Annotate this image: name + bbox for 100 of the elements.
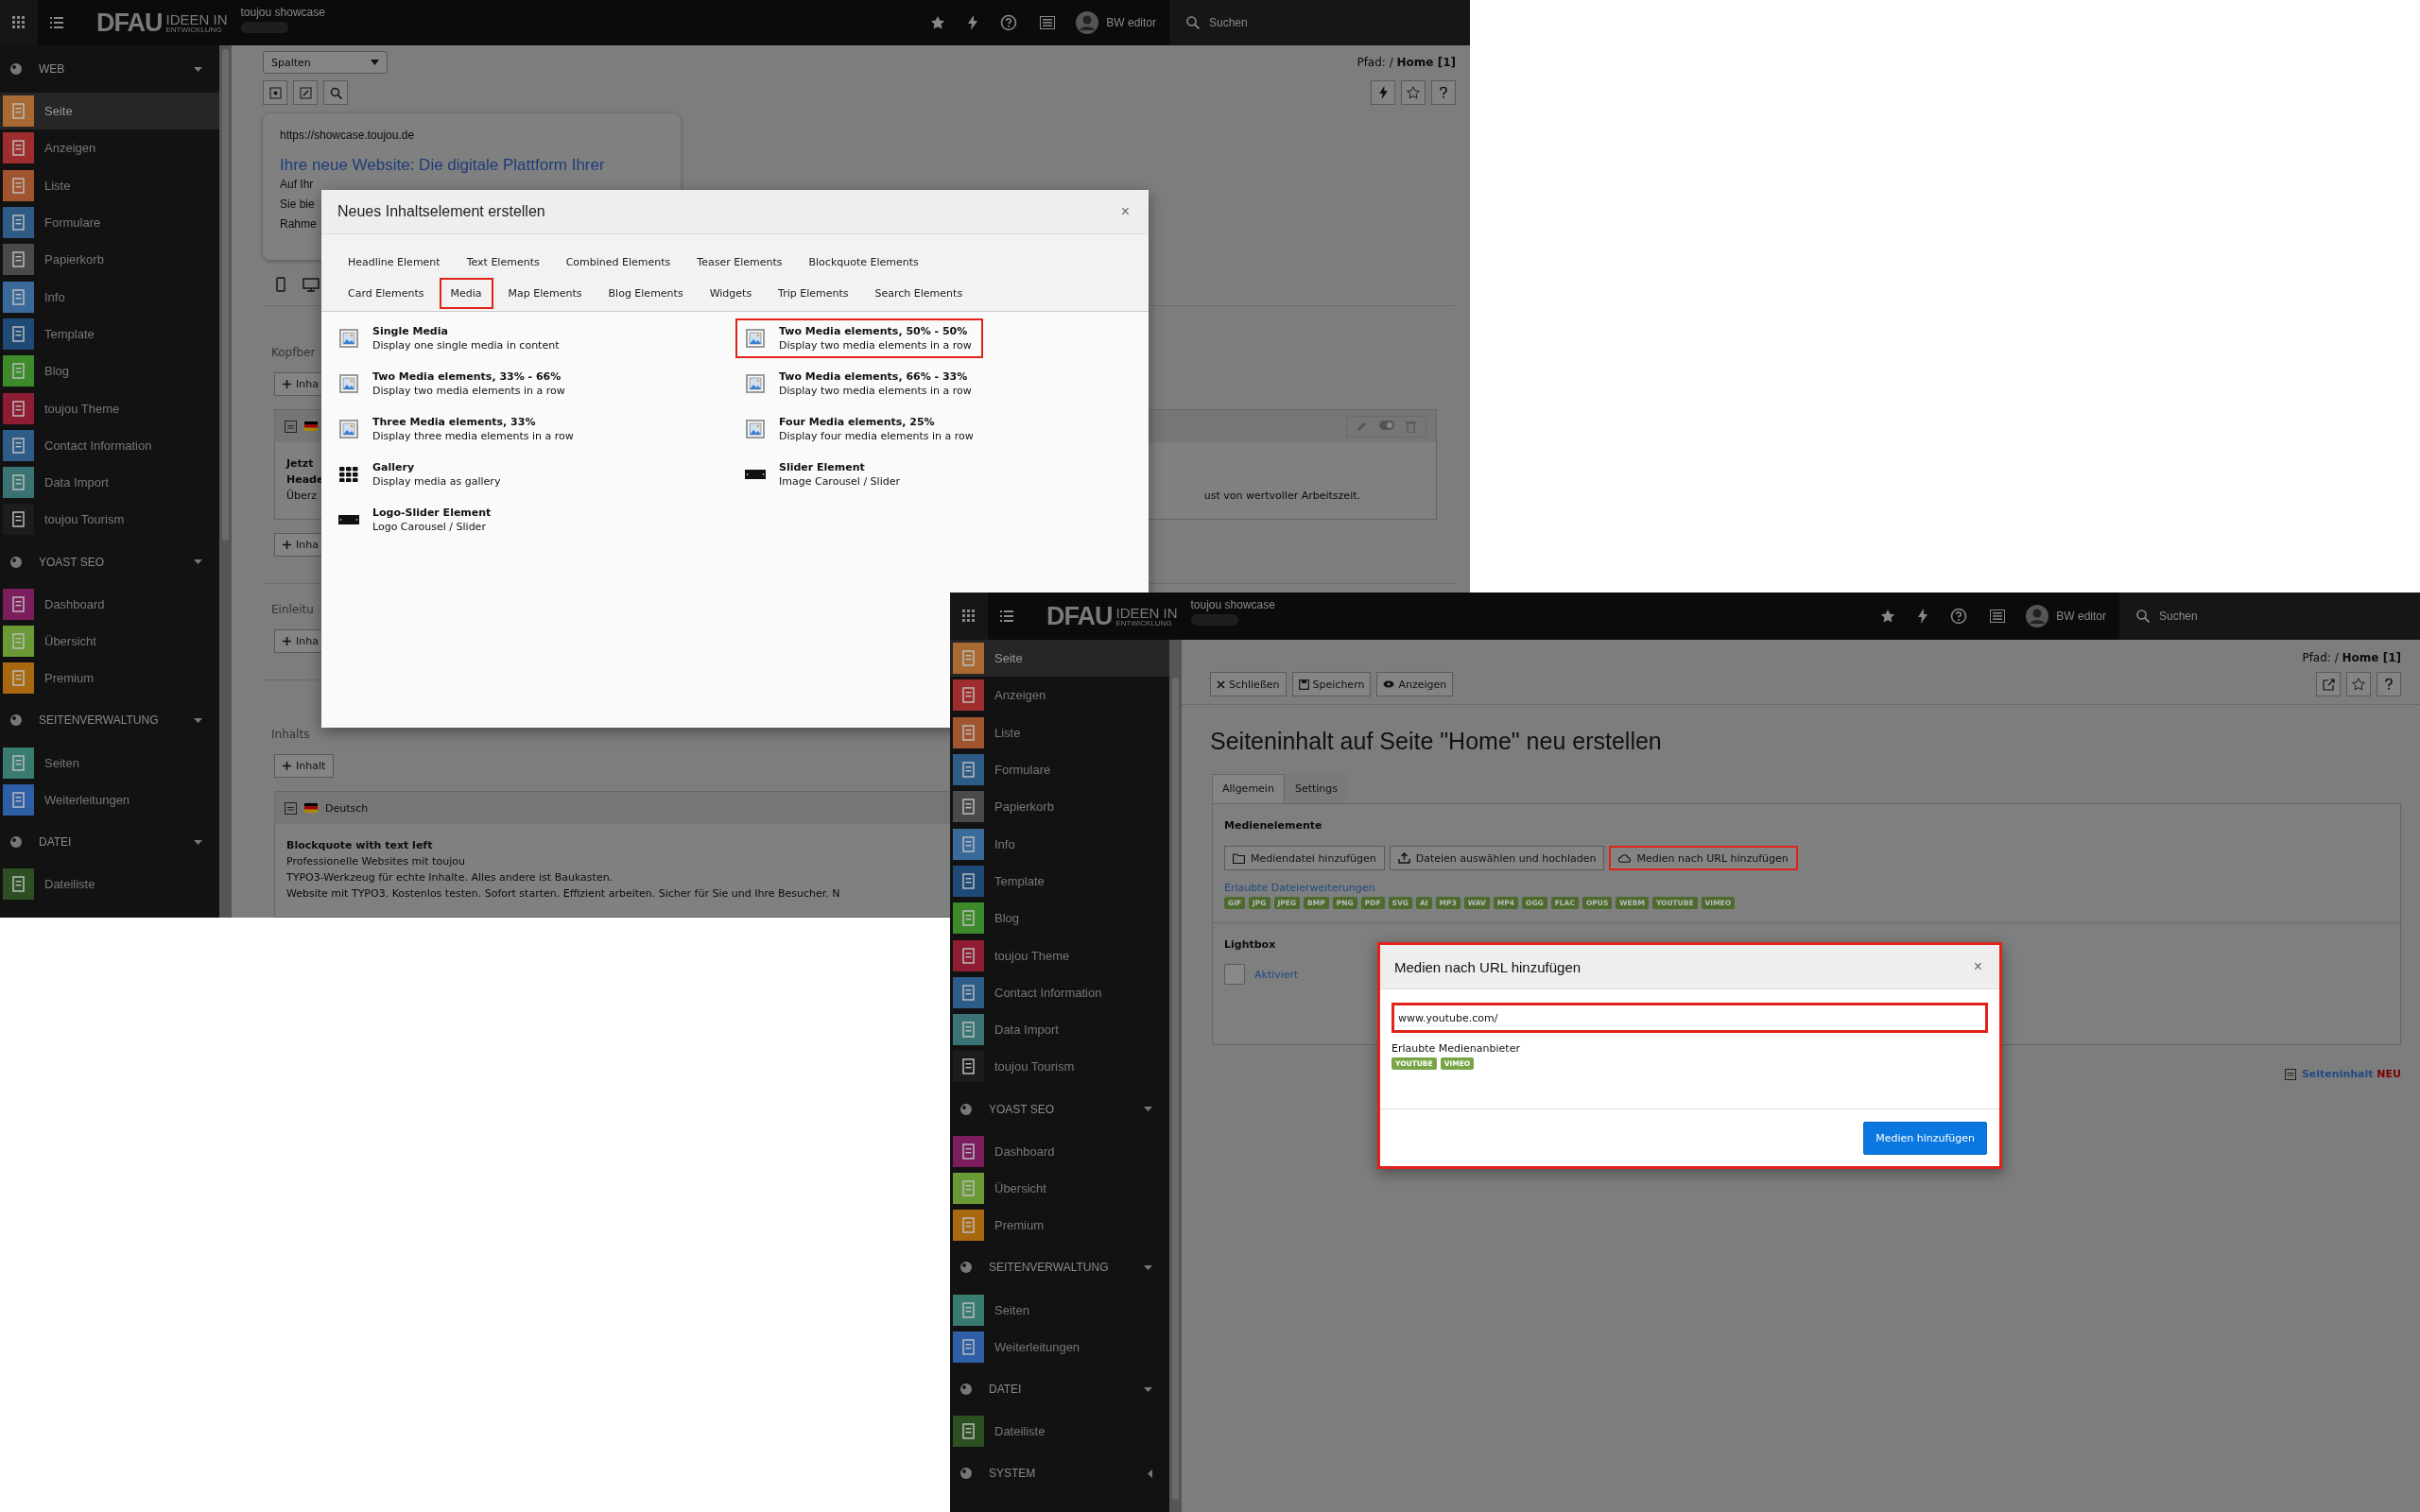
help-icon[interactable] [1431, 80, 1456, 105]
avatar-icon[interactable] [1076, 11, 1099, 34]
list-icon[interactable] [1990, 610, 2006, 623]
search-icon[interactable] [323, 80, 348, 105]
menu-item[interactable]: Blog [950, 900, 1169, 937]
tab[interactable]: Blockquote Elements [797, 247, 930, 278]
add-media-button[interactable]: Medien hinzufügen [1863, 1121, 1987, 1155]
element-option[interactable]: Three Media elements, 33% Display three media elements in a row [329, 409, 585, 449]
menu-section[interactable]: WEB [0, 45, 219, 93]
monitor-icon[interactable] [302, 278, 320, 292]
element-option[interactable]: Slider Element Image Carousel / Slider [735, 455, 911, 494]
help-icon[interactable] [2377, 672, 2401, 696]
checkbox[interactable] [1224, 964, 1245, 985]
menu-item[interactable]: Formulare [950, 750, 1169, 789]
menu-section[interactable]: YOAST SEO [0, 538, 219, 586]
scrollbar[interactable] [1169, 640, 1182, 1512]
help-icon[interactable] [1950, 608, 1968, 625]
element-option[interactable]: Two Media elements, 66% - 33% Display two media elements in a row [735, 364, 983, 404]
tab[interactable]: Headline Element [337, 247, 452, 278]
scrollbar[interactable] [219, 45, 232, 918]
menu-item[interactable]: Dateiliste [0, 866, 219, 903]
element-option[interactable]: Logo-Slider Element Logo Carousel / Slider [329, 500, 503, 540]
menu-section[interactable]: DATEI [950, 1366, 1169, 1414]
phone-icon[interactable] [276, 277, 285, 292]
menu-item[interactable]: Papierkorb [950, 788, 1169, 826]
menu-item[interactable]: Template [0, 315, 219, 353]
menu-item[interactable]: Data Import [950, 1010, 1169, 1049]
tab[interactable]: Search Elements [863, 278, 975, 309]
view-select[interactable]: Spalten [263, 51, 388, 74]
close-button[interactable]: × [1116, 201, 1133, 222]
tab[interactable]: Media [439, 278, 493, 309]
menu-item[interactable]: Seite [0, 93, 219, 130]
external-link-icon[interactable] [2316, 672, 2341, 696]
menu-item[interactable]: Premium [950, 1207, 1169, 1245]
menu-item[interactable]: toujou Tourism [950, 1048, 1169, 1086]
menu-item[interactable]: Dashboard [950, 1132, 1169, 1170]
tab[interactable]: Trip Elements [767, 278, 860, 309]
list-icon[interactable] [1040, 16, 1056, 29]
tab[interactable]: Widgets [698, 278, 764, 309]
menu-section[interactable]: SYSTEM [950, 1450, 1169, 1498]
menu-item[interactable]: Anzeigen [950, 677, 1169, 714]
menu-section[interactable]: SEITENVERWALTUNG [950, 1244, 1169, 1292]
menu-item[interactable]: Papierkorb [0, 241, 219, 279]
menu-item[interactable]: toujou Theme [0, 389, 219, 427]
toolbar-button[interactable]: Speichern [1291, 672, 1372, 696]
menu-section[interactable]: DATEI [0, 818, 219, 867]
tab[interactable]: Text Elements [455, 247, 551, 278]
tab[interactable]: Card Elements [337, 278, 436, 309]
element-option[interactable]: Gallery Display media as gallery [329, 455, 512, 494]
menu-section[interactable]: YOAST SEO [950, 1085, 1169, 1133]
search-field[interactable]: Suchen [2119, 593, 2420, 640]
site-name[interactable]: toujou showcase [240, 6, 325, 19]
help-icon[interactable] [1000, 14, 1018, 31]
user-name[interactable]: BW editor [2056, 610, 2106, 623]
menu-item[interactable]: Seiten [950, 1291, 1169, 1329]
element-option[interactable]: Two Media elements, 33% - 66% Display two media elements in a row [329, 364, 577, 404]
preview-link[interactable]: Ihre neue Website: Die digitale Plattform Ihrer [280, 155, 605, 175]
search-field[interactable]: Suchen [1169, 0, 1470, 45]
menu-item[interactable]: Contact Information [950, 973, 1169, 1011]
apps-icon[interactable] [0, 0, 38, 45]
menu-item[interactable]: Dashboard [0, 585, 219, 623]
tab[interactable]: Map Elements [496, 278, 594, 309]
element-option[interactable]: Single Media Display one single media in content [329, 318, 571, 358]
menu-item[interactable]: Anzeigen [0, 129, 219, 167]
star-icon[interactable] [930, 15, 946, 30]
star-icon[interactable] [1880, 609, 1896, 624]
menu-item[interactable]: Weiterleitungen [950, 1328, 1169, 1366]
tab[interactable]: Blog Elements [596, 278, 695, 309]
menu-item[interactable]: Contact Information [0, 426, 219, 464]
bolt-icon[interactable] [1918, 609, 1928, 624]
menu-item[interactable]: Data Import [0, 463, 219, 502]
menu-section[interactable]: SEITENVERWALTUNG [0, 696, 219, 745]
menu-item[interactable]: Info [950, 825, 1169, 863]
menu-item[interactable]: Seite [950, 640, 1169, 678]
menu-item[interactable]: Liste [0, 166, 219, 204]
apps-icon[interactable] [950, 593, 988, 640]
menu-item[interactable]: Seiten [0, 744, 219, 782]
menu-item[interactable]: Info [0, 278, 219, 316]
menu-item[interactable]: Übersicht [0, 622, 219, 661]
menu-item[interactable]: Template [950, 862, 1169, 901]
url-input-field[interactable]: www.youtube.com/ [1392, 1003, 1988, 1033]
menu-item[interactable]: Premium [0, 660, 219, 697]
close-button[interactable]: × [1969, 956, 1986, 977]
element-option[interactable]: Two Media elements, 50% - 50% Display two media elements in a row [735, 318, 983, 358]
bolt-icon[interactable] [1371, 80, 1395, 105]
menu-item[interactable]: Dateiliste [950, 1413, 1169, 1451]
menu-item[interactable]: toujou Theme [950, 936, 1169, 974]
tab[interactable]: Allgemein [1212, 774, 1285, 803]
add-content-button[interactable]: Inhalt [274, 754, 335, 778]
menu-item[interactable]: Liste [950, 713, 1169, 751]
toolbar-button[interactable]: Anzeigen [1376, 672, 1454, 696]
menu-item[interactable]: Formulare [0, 203, 219, 242]
menu-item[interactable]: toujou Tourism [0, 501, 219, 539]
tab[interactable]: Teaser Elements [685, 247, 794, 278]
bolt-icon[interactable] [968, 15, 978, 30]
avatar-icon[interactable] [2026, 605, 2049, 627]
tab[interactable]: Combined Elements [554, 247, 683, 278]
menu-item[interactable]: Blog [0, 352, 219, 390]
toggle-icon[interactable] [1379, 420, 1394, 430]
element-option[interactable]: Four Media elements, 25% Display four media elements in a row [735, 409, 985, 449]
